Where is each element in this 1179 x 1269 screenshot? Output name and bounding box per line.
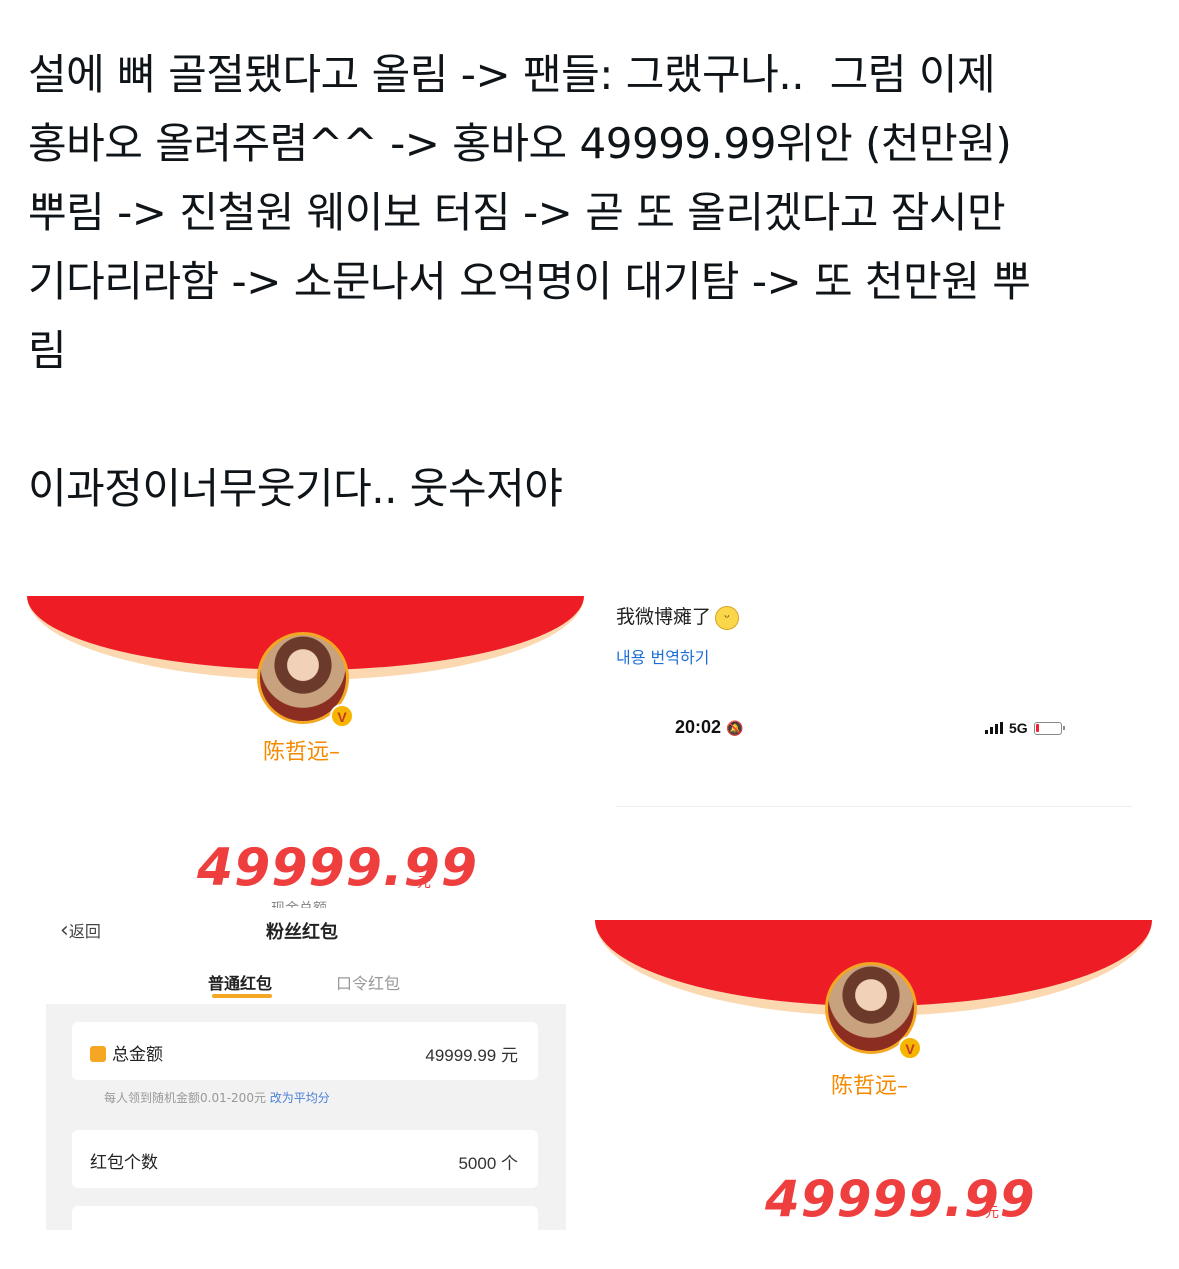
tweet-line: 홍바오 올려주렴^^ -> 홍바오 49999.99위안 (천만원): [28, 119, 1012, 168]
tab-password[interactable]: 口令红包: [336, 970, 400, 994]
tweet-line: 뿌림 -> 진철원 웨이보 터짐 -> 곧 또 올리겠다고 잠시만: [28, 188, 1006, 237]
tweet-line: 설에 뼈 골절됐다고 올림 -> 팬들: 그랬구나.. 그럼 이제: [28, 50, 996, 99]
tab-underline: [212, 994, 272, 998]
translate-link[interactable]: 내용 번역하기: [616, 644, 709, 668]
mute-bell-icon: 🔕: [726, 720, 744, 736]
tweet-line: 림: [28, 326, 67, 375]
count-label: 红包个数: [90, 1153, 158, 1173]
cut-label: 现金总额: [271, 898, 327, 908]
packet-amount: 49999.99: [197, 838, 479, 898]
tweet-closing: 이과정이너무웃기다.. 웃수저야: [28, 464, 563, 513]
verified-badge-icon: V: [898, 1036, 922, 1060]
amount-unit: 元: [985, 1205, 999, 1221]
coin-icon: [90, 1046, 106, 1062]
amount-hint: 每人领到随机金额0.01-200元 改为平均分: [104, 1091, 330, 1105]
back-button[interactable]: ‹返回: [60, 918, 101, 943]
post-text: 我微博瘫了 ᵕ: [616, 602, 740, 630]
sender-name: 陈哲远–: [263, 740, 341, 765]
chevron-left-icon: ‹: [60, 918, 69, 943]
total-value: 49999.99 元: [425, 1046, 518, 1065]
amount-unit: 元: [417, 875, 431, 891]
signal-icon: [985, 722, 1003, 734]
tab-normal[interactable]: 普通红包: [208, 970, 272, 994]
tweet-text: 설에 뼈 골절됐다고 올림 -> 팬들: 그랬구나.. 그럼 이제 홍바오 올려…: [28, 40, 1158, 523]
red-packet-image-bottom[interactable]: V 陈哲远– 49999.99 元: [595, 920, 1152, 1230]
average-split-link[interactable]: 改为平均分: [270, 1091, 330, 1105]
count-value: 5000 个: [458, 1154, 518, 1173]
red-packet-image-top[interactable]: V 陈哲远– 49999.99 元 现金总额: [27, 596, 584, 908]
sender-name: 陈哲远–: [831, 1074, 909, 1099]
verified-badge-icon: V: [330, 704, 354, 728]
tweet-line: 기다리라함 -> 소문나서 오억명이 대기탐 -> 또 천만원 뿌: [28, 257, 1031, 306]
packet-count-row[interactable]: 红包个数 5000 个: [72, 1130, 538, 1188]
weibo-post-image[interactable]: 我微博瘫了 ᵕ 내용 번역하기 20:02 🔕 5G: [595, 596, 1152, 908]
status-indicators: 5G: [985, 720, 1065, 736]
smile-emoji-icon: ᵕ: [715, 605, 740, 630]
status-time: 20:02 🔕: [675, 717, 744, 737]
total-label: 总金额: [112, 1045, 163, 1065]
red-packet-form-image[interactable]: ‹返回 粉丝红包 普通红包 口令红包 总金额 49999.99 元 每人领到随机…: [46, 908, 566, 1230]
total-amount-row[interactable]: 总金额 49999.99 元: [72, 1022, 538, 1080]
form-title: 粉丝红包: [266, 922, 338, 943]
network-label: 5G: [1009, 720, 1028, 736]
next-row: [72, 1206, 538, 1230]
battery-icon: [1033, 721, 1065, 735]
